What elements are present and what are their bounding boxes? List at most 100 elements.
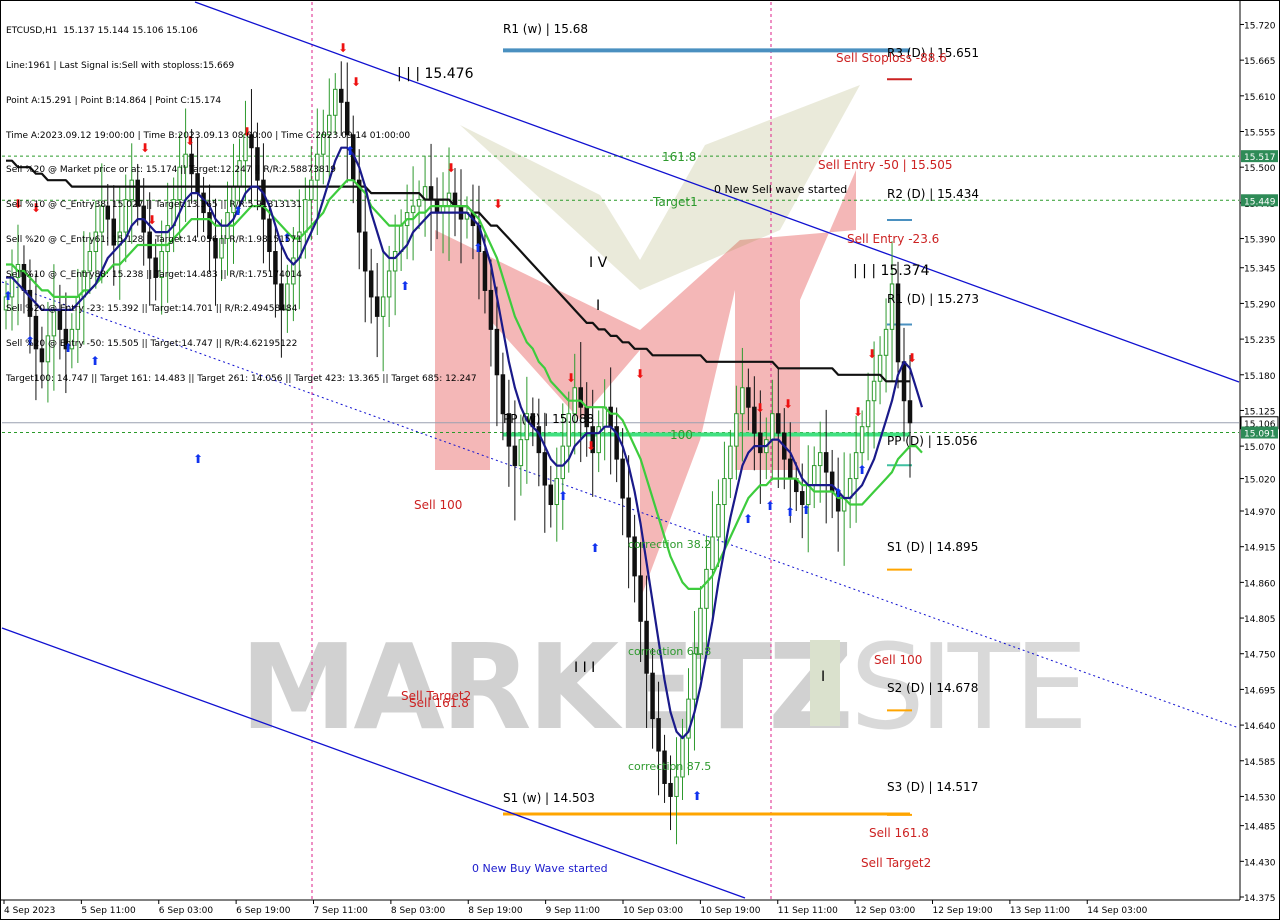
- candle-body: [578, 387, 583, 408]
- price-tick-label: 14.530: [1244, 793, 1276, 803]
- candle-body: [865, 400, 871, 428]
- candle-body: [560, 445, 566, 480]
- price-tick-label: 15.555: [1244, 129, 1276, 139]
- candle-body: [776, 413, 781, 434]
- candle-body: [716, 504, 721, 538]
- correction-886-label: correction 87.5: [628, 760, 711, 773]
- candle-body: [728, 445, 733, 480]
- price-tick-label: 15.180: [1244, 372, 1276, 382]
- buy-arrow-icon: ⬆: [785, 505, 795, 519]
- sell-arrow-icon: ⬇: [783, 397, 793, 411]
- wave-iv-label: I V: [589, 255, 608, 271]
- price-tick-label: 14.375: [1244, 894, 1276, 904]
- daily-r2-label: R2 (D) | 15.434: [887, 187, 979, 201]
- buy-arrow-icon: ⬆: [193, 452, 203, 466]
- sell-entry-50-label: Sell Entry -50 | 15.505: [818, 158, 952, 172]
- sell-1618-left-label: Sell 161.8: [409, 696, 469, 710]
- wave-iii-right-label: | | | 15.374: [853, 263, 930, 279]
- sell-arrow-icon: ⬇: [586, 439, 596, 453]
- candle-body: [740, 387, 745, 415]
- price-tick-label: 15.390: [1244, 236, 1276, 246]
- candle-body: [482, 251, 488, 291]
- price-box-label: 15.091: [1244, 430, 1276, 440]
- candle-body: [608, 406, 613, 428]
- price-tick-label: 15.345: [1244, 265, 1276, 275]
- wave-iii-bottom-label: I I I: [574, 660, 595, 676]
- time-tick-label: 10 Sep 03:00: [623, 906, 683, 916]
- buy-arrow-icon: ⬆: [590, 541, 600, 555]
- info-line-entry38: Sell %10 @ C_Entry38: 15.027 || Target:1…: [6, 200, 303, 211]
- time-tick-label: 6 Sep 03:00: [159, 906, 214, 916]
- price-tick-label: 14.860: [1244, 579, 1276, 589]
- price-tick-label: 15.500: [1244, 164, 1276, 174]
- wave-i-right-label: I: [821, 669, 825, 685]
- watermark-text-left: MARKETZ: [240, 618, 850, 756]
- time-tick-label: 4 Sep 2023: [4, 906, 55, 916]
- time-tick-label: 11 Sep 11:00: [778, 906, 838, 916]
- time-tick-label: 5 Sep 11:00: [81, 906, 136, 916]
- candle-body: [823, 452, 829, 473]
- fib-100-label: 100: [670, 428, 693, 442]
- candle-body: [871, 380, 877, 402]
- price-tick-label: 14.750: [1244, 651, 1276, 661]
- price-tick-label: 14.695: [1244, 686, 1276, 696]
- candle-body: [817, 452, 823, 467]
- price-tick-label: 14.430: [1244, 858, 1276, 868]
- buy-arrow-icon: ⬆: [857, 463, 867, 477]
- candle-body: [602, 406, 607, 428]
- price-tick-label: 15.665: [1244, 57, 1276, 67]
- daily-pp-label: PP (D) | 15.056: [887, 434, 978, 448]
- candle-body: [704, 568, 709, 609]
- info-line-signal: Line:1961 | Last Signal is:Sell with sto…: [6, 60, 235, 71]
- daily-r1-label: R1 (D) | 15.273: [887, 292, 979, 306]
- daily-s1-label: S1 (D) | 14.895: [887, 540, 978, 554]
- candle-body: [722, 478, 727, 506]
- wave-i-label: I: [596, 298, 600, 314]
- sell-arrow-icon: ⬇: [493, 197, 503, 211]
- time-tick-label: 6 Sep 19:00: [236, 906, 291, 916]
- candle-body: [859, 426, 865, 454]
- time-tick-label: 8 Sep 19:00: [468, 906, 523, 916]
- time-tick-label: 9 Sep 11:00: [546, 906, 601, 916]
- sell-target2-right-label: Sell Target2: [861, 856, 931, 870]
- info-line-times: Time A:2023.09.12 19:00:00 | Time B:2023…: [6, 130, 411, 141]
- time-tick-label: 8 Sep 03:00: [391, 906, 446, 916]
- candle-body: [811, 465, 817, 486]
- weekly-s1-label: S1 (w) | 14.503: [503, 791, 595, 805]
- correction-382-label: correction 38.2: [628, 538, 711, 551]
- candle-body: [548, 484, 554, 506]
- candle-body: [674, 776, 679, 797]
- sell-arrow-icon: ⬇: [907, 351, 917, 365]
- info-line-points: Point A:15.291 | Point B:14.864 | Point …: [6, 95, 222, 106]
- fib-1618-label: 161.8: [662, 150, 696, 164]
- info-line-entry-market: Sell %20 @ Market price or at: 15.174 ||…: [6, 165, 337, 176]
- daily-s3-label: S3 (D) | 14.517: [887, 780, 978, 794]
- candle-body: [542, 452, 548, 486]
- candle-body: [668, 782, 673, 797]
- candle-body: [788, 458, 793, 480]
- buy-arrow-icon: ⬆: [743, 512, 753, 526]
- price-tick-label: 15.070: [1244, 443, 1276, 453]
- candle-body: [488, 289, 494, 330]
- sell-arrow-icon: ⬇: [755, 401, 765, 415]
- sell-arrow-icon: ⬇: [867, 347, 877, 361]
- target1-label: Target1: [652, 195, 698, 209]
- signal-info-panel: ETCUSD,H1 15.137 15.144 15.106 15.106 Li…: [6, 3, 477, 397]
- candle-body: [692, 653, 697, 700]
- candle-body: [883, 328, 889, 356]
- price-tick-label: 14.915: [1244, 544, 1276, 554]
- info-line-entry23: Sell %20 @ Entry -23: 15.392 || Target:1…: [6, 304, 298, 315]
- price-tick-label: 15.020: [1244, 476, 1276, 486]
- candle-body: [746, 387, 751, 408]
- correction-618-label: correction 61.8: [628, 645, 711, 658]
- candle-body: [500, 374, 506, 415]
- time-tick-label: 12 Sep 19:00: [933, 906, 993, 916]
- sell-wave-label: 0 New Sell wave started: [714, 183, 847, 196]
- sell-entry-23-label: Sell Entry -23.6: [847, 232, 939, 246]
- time-tick-label: 13 Sep 11:00: [1010, 906, 1070, 916]
- info-line-entry50: Sell %20 @ Entry -50: 15.505 || Target:1…: [6, 339, 298, 350]
- candle-body: [770, 413, 775, 441]
- time-tick-label: 14 Sep 03:00: [1087, 906, 1147, 916]
- buy-arrow-icon: ⬆: [692, 789, 702, 803]
- info-line-entry61: Sell %20 @ C_Entry61: 15.128 || Target:1…: [6, 234, 303, 245]
